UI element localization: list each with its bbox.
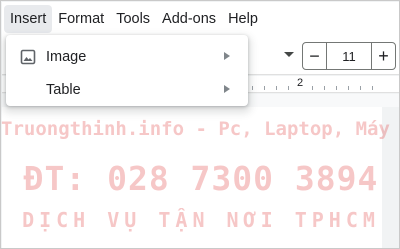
menu-item-image[interactable]: Image: [6, 40, 248, 73]
ruler-tick: [360, 86, 361, 90]
ruler-tick: [252, 86, 253, 90]
ruler-marker: 2: [297, 77, 304, 89]
watermark-line-2: ĐT: 028 7300 3894: [23, 159, 379, 198]
menu-item-image-label: Image: [46, 48, 87, 65]
ruler-tick: [312, 86, 313, 90]
font-size-input[interactable]: 11: [327, 42, 371, 70]
menu-tools[interactable]: Tools: [110, 5, 156, 33]
menu-format[interactable]: Format: [52, 5, 110, 33]
font-size-stepper: − 11 +: [302, 42, 396, 70]
menu-item-table-label: Table: [46, 81, 81, 98]
ruler-tick: [348, 86, 349, 90]
ruler-tick: [288, 86, 289, 90]
menu-add-ons[interactable]: Add-ons: [156, 5, 222, 33]
submenu-arrow-icon: [224, 52, 230, 60]
ruler-tick: [372, 86, 373, 90]
ruler-tick: [324, 86, 325, 90]
ruler-tick: [276, 86, 277, 90]
app-window: Insert Format Tools Add-ons Help − 11 + …: [0, 0, 400, 249]
font-dropdown-caret-icon[interactable]: [284, 52, 294, 57]
increase-font-size-button[interactable]: +: [371, 42, 396, 70]
watermark-line-3: DỊCH VỤ TẬN NƠI TPHCM: [22, 208, 380, 232]
menu-help[interactable]: Help: [222, 5, 264, 33]
image-icon: [20, 49, 36, 64]
menu-insert[interactable]: Insert: [4, 4, 53, 33]
menu-bar: Insert Format Tools Add-ons Help: [2, 2, 399, 35]
ruler-tick: [264, 86, 265, 90]
insert-dropdown-menu: Image Table: [6, 35, 248, 106]
ruler-tick: [336, 86, 337, 90]
submenu-arrow-icon: [224, 85, 230, 93]
menu-item-table[interactable]: Table: [6, 73, 248, 106]
decrease-font-size-button[interactable]: −: [302, 42, 327, 70]
watermark-line-1: Truongthinh.info - Pc, Laptop, Máy In: [1, 118, 400, 140]
